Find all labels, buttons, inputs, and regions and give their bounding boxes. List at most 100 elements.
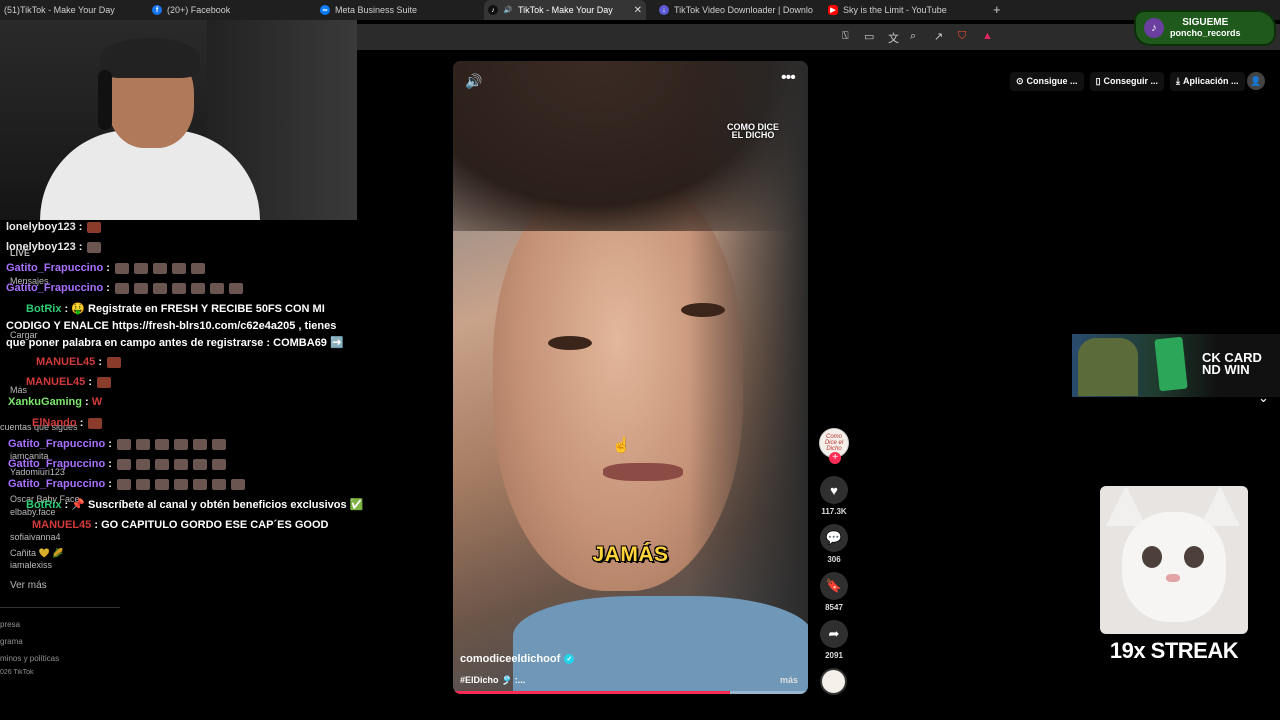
video-author[interactable]: comodiceeldichoof ✓ xyxy=(460,653,575,665)
tab-label: (51)TikTok - Make Your Day xyxy=(4,5,115,15)
tab-facebook[interactable]: f (20+) Facebook xyxy=(148,0,313,20)
video-progress-bar[interactable] xyxy=(453,691,808,694)
chat-username: Gatito_Frapuccino xyxy=(6,282,104,294)
footer-copyright: 026 TikTok xyxy=(0,669,34,676)
tab-meta-business-suite[interactable]: ∞ Meta Business Suite xyxy=(316,0,481,20)
no-cast-icon[interactable]: ⍂ xyxy=(842,30,849,43)
follow-plus-icon[interactable]: + xyxy=(829,452,841,464)
webcam-feed xyxy=(0,20,357,220)
translate-icon[interactable]: 文 xyxy=(888,30,899,46)
emote-icon xyxy=(230,478,245,490)
profile-avatar[interactable]: 👤 xyxy=(1247,72,1265,90)
speaker-icon: 🔊 xyxy=(503,7,513,14)
close-tab-icon[interactable]: ✕ xyxy=(634,5,642,16)
emote-icon xyxy=(192,438,207,450)
emote-icon xyxy=(87,221,102,233)
zoom-icon[interactable]: ⌕ xyxy=(910,30,916,43)
emote-icon xyxy=(135,478,150,490)
emote-icon xyxy=(154,478,169,490)
emote-icon xyxy=(211,438,226,450)
like-button[interactable]: ♥ 117.3K xyxy=(819,476,849,516)
save-button[interactable]: 🔖 8547 xyxy=(819,572,849,612)
tab-youtube[interactable]: ▶ Sky is the Limit - YouTube xyxy=(824,0,984,20)
chat-message: lonelyboy123 : xyxy=(6,240,102,254)
brave-shield-icon[interactable]: ⛉ xyxy=(958,30,966,43)
emote-icon xyxy=(154,438,169,450)
share-icon[interactable]: ↗ xyxy=(934,30,943,43)
chat-message: BotRix : 📌 Suscríbete al canal y obtén b… xyxy=(6,498,363,512)
emote-icon xyxy=(190,282,205,294)
video-progress-fill xyxy=(453,691,730,694)
chat-username: MANUEL45 xyxy=(36,356,96,368)
chat-message: Gatito_Frapuccino : xyxy=(8,477,245,491)
streak-counter: 19x STREAK xyxy=(1109,638,1239,663)
facebook-icon: f xyxy=(152,5,162,15)
chat-username: lonelyboy123 xyxy=(6,241,76,253)
download-icon: ⤓ xyxy=(1176,75,1181,86)
emote-icon xyxy=(152,282,167,294)
youtube-icon: ▶ xyxy=(828,5,838,15)
emote-icon xyxy=(228,282,243,294)
footer-link[interactable]: presa xyxy=(0,620,20,629)
chat-message: Gatito_Frapuccino : xyxy=(8,457,226,471)
emote-icon xyxy=(192,458,207,470)
brave-rewards-icon[interactable]: ▲ xyxy=(982,30,993,42)
new-tab-button[interactable]: + xyxy=(993,2,1001,17)
footer-link[interactable]: minos y políticas xyxy=(0,654,59,663)
chat-username: Gatito_Frapuccino xyxy=(8,458,106,470)
emote-icon xyxy=(114,262,129,274)
video-player[interactable]: 🔊 ••• COMO DICE EL DICHO JAMÁS comodicee… xyxy=(453,61,808,694)
emote-icon xyxy=(133,282,148,294)
footer-link[interactable]: grama xyxy=(0,637,23,646)
follow-badge-title: SIGUEME xyxy=(1182,17,1229,28)
browser-tab-strip: (51)TikTok - Make Your Day f (20+) Faceb… xyxy=(0,0,1280,20)
download-icon: ↓ xyxy=(659,5,669,15)
volume-icon[interactable]: 🔊 xyxy=(465,73,482,90)
tab-video-downloader[interactable]: ↓ TikTok Video Downloader | Downloa xyxy=(655,0,813,20)
more-options-icon[interactable]: ••• xyxy=(781,69,796,87)
more-link[interactable]: más xyxy=(780,675,798,685)
emote-icon xyxy=(116,438,131,450)
emote-icon xyxy=(173,438,188,450)
emote-icon xyxy=(190,262,205,274)
video-description[interactable]: #ElDicho 🎐 :... xyxy=(460,675,525,686)
get-coins-link[interactable]: ⊙ Consigue ... xyxy=(1010,71,1084,91)
emote-icon xyxy=(114,282,129,294)
tab-tiktok-51[interactable]: (51)TikTok - Make Your Day xyxy=(0,0,146,20)
bookmark-icon: 🔖 xyxy=(820,572,848,600)
tiktok-logo-icon: ♪ xyxy=(1144,18,1164,38)
emote-icon xyxy=(88,417,103,429)
tab-tiktok-active[interactable]: ♪ 🔊 TikTok - Make Your Day ✕ xyxy=(484,0,646,20)
chat-message: BotRix : 🤑 Registrate en FRESH Y RECIBE … xyxy=(6,303,344,349)
chevron-down-icon[interactable]: ⌄ xyxy=(1258,390,1269,406)
tab-label: Meta Business Suite xyxy=(335,5,418,15)
desktop-app-link[interactable]: ⤓ Aplicación ... xyxy=(1170,71,1245,91)
cast-icon[interactable]: ▭ xyxy=(864,30,874,43)
chat-message: MANUEL45 : xyxy=(6,375,112,389)
emote-icon xyxy=(152,262,167,274)
chat-text: GO CAPITULO GORDO ESE CAP´ES GOOD xyxy=(101,519,329,531)
music-disc-icon[interactable] xyxy=(820,668,847,695)
chat-message: Gatito_Frapuccino : xyxy=(8,437,226,451)
author-name[interactable]: comodiceeldichoof xyxy=(460,653,560,665)
comment-count: 306 xyxy=(827,555,841,564)
creator-avatar[interactable]: Como Dice el Dicho + xyxy=(819,428,849,464)
video-subtitle: JAMÁS xyxy=(592,543,669,566)
tab-label: TikTok Video Downloader | Downloa xyxy=(674,5,813,15)
share-button[interactable]: ➦ 2091 xyxy=(819,620,849,660)
get-app-link[interactable]: ▯ Conseguir ... xyxy=(1089,71,1165,91)
promo-text: CK CARD ND WIN xyxy=(1202,350,1262,377)
comment-button[interactable]: 💬 306 xyxy=(819,524,849,564)
save-count: 8547 xyxy=(825,603,843,612)
heart-icon: ♥ xyxy=(820,476,848,504)
emote-icon xyxy=(97,376,112,388)
emote-icon xyxy=(173,458,188,470)
emote-icon xyxy=(107,356,122,368)
mouse-cursor-icon: ☝ xyxy=(612,437,631,454)
share-arrow-icon: ➦ xyxy=(820,620,848,648)
emote-icon xyxy=(135,438,150,450)
chat-message: ElNando : xyxy=(6,416,103,430)
emote-icon xyxy=(171,282,186,294)
chat-message: Gatito_Frapuccino : xyxy=(6,281,243,295)
chat-username: MANUEL45 xyxy=(32,519,92,531)
